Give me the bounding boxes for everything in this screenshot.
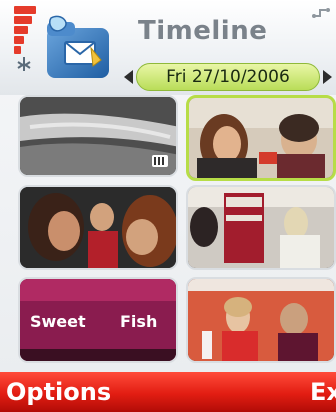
previous-date-arrow-icon[interactable] xyxy=(124,70,133,84)
video-icon xyxy=(152,155,168,167)
thumbnail-photo[interactable]: Sweet Fish xyxy=(18,277,178,363)
thumbnail-selected[interactable] xyxy=(186,95,336,181)
connection-icon xyxy=(312,6,332,24)
gallery-app-icon xyxy=(43,14,115,82)
thumbnail-grid: Sweet Fish xyxy=(0,95,336,370)
next-date-arrow-icon[interactable] xyxy=(323,70,332,84)
page-title: Timeline xyxy=(138,16,268,46)
sign-text-fish: Fish xyxy=(120,312,157,331)
signal-strength-icon xyxy=(14,6,42,72)
thumbnail-photo[interactable] xyxy=(186,277,336,363)
thumbnail-video[interactable] xyxy=(18,95,178,177)
date-selector[interactable]: Fri 27/10/2006 xyxy=(136,63,320,91)
exit-softkey[interactable]: Ex xyxy=(310,378,336,406)
thumbnail-photo[interactable] xyxy=(18,185,178,270)
softkey-bar: Options Ex xyxy=(0,372,336,412)
options-softkey[interactable]: Options xyxy=(6,378,111,406)
thumbnail-photo[interactable] xyxy=(186,185,336,270)
sign-text-sweet: Sweet xyxy=(30,312,86,331)
header: Timeline Fri 27/10/2006 xyxy=(0,0,336,95)
screen: Timeline Fri 27/10/2006 Sweet Fish Optio… xyxy=(0,0,336,412)
